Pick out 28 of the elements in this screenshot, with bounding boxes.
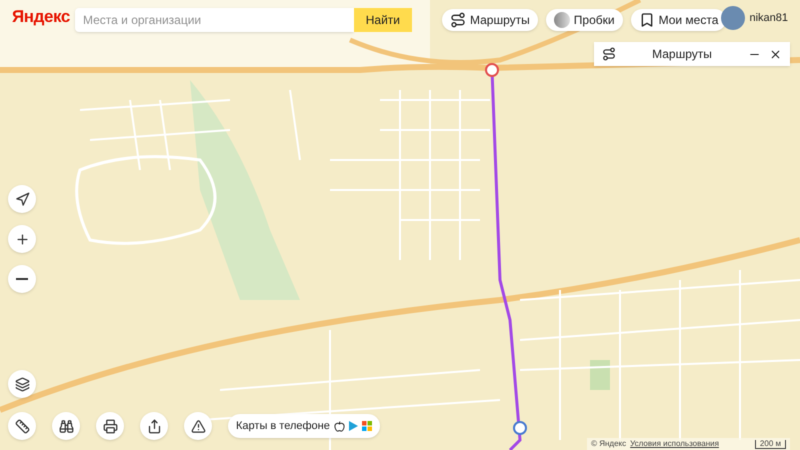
share-icon — [146, 418, 162, 434]
locate-icon — [14, 192, 30, 206]
close-icon[interactable] — [769, 48, 782, 60]
bookmark-icon — [638, 12, 655, 28]
nav-button[interactable]: Пробки — [546, 9, 623, 31]
terms-link[interactable]: Условия использования — [630, 438, 719, 450]
binoculars-icon — [58, 418, 74, 434]
layers-icon — [14, 376, 30, 392]
zoom-in-icon — [14, 232, 30, 246]
copyright: © Яндекс — [591, 438, 626, 450]
play-icon — [348, 421, 358, 431]
logo[interactable]: Яндекс — [12, 8, 70, 25]
search-button[interactable]: Найти — [354, 8, 412, 32]
traffic-icon — [554, 12, 570, 28]
route-icon — [450, 12, 466, 28]
app-promo-button[interactable]: Карты в телефоне — [228, 414, 380, 438]
search-field[interactable]: Места и организации — [75, 8, 354, 32]
panel-title: Маршруты — [651, 46, 713, 63]
print-icon — [102, 418, 118, 434]
scale-label: 200 м — [754, 440, 786, 448]
apple-icon — [334, 420, 345, 432]
route-icon — [602, 47, 616, 61]
warning-icon — [190, 418, 206, 434]
ruler-icon — [14, 418, 30, 434]
username[interactable]: nikan81 — [749, 10, 788, 26]
nav-button[interactable]: Маршруты — [442, 9, 538, 31]
windows-icon — [362, 421, 372, 431]
nav-button[interactable]: Мои места — [630, 9, 726, 31]
